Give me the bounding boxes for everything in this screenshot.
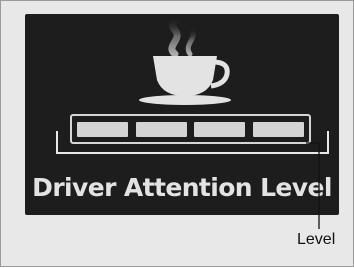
display-title: Driver Attention Level bbox=[32, 173, 332, 202]
coffee-cup-icon bbox=[25, 14, 339, 124]
level-callout-label: Level bbox=[297, 231, 336, 248]
instrument-display: Driver Attention Level bbox=[25, 14, 339, 215]
figure-frame: Driver Attention Level Level bbox=[0, 0, 354, 267]
level-bracket bbox=[56, 131, 329, 154]
